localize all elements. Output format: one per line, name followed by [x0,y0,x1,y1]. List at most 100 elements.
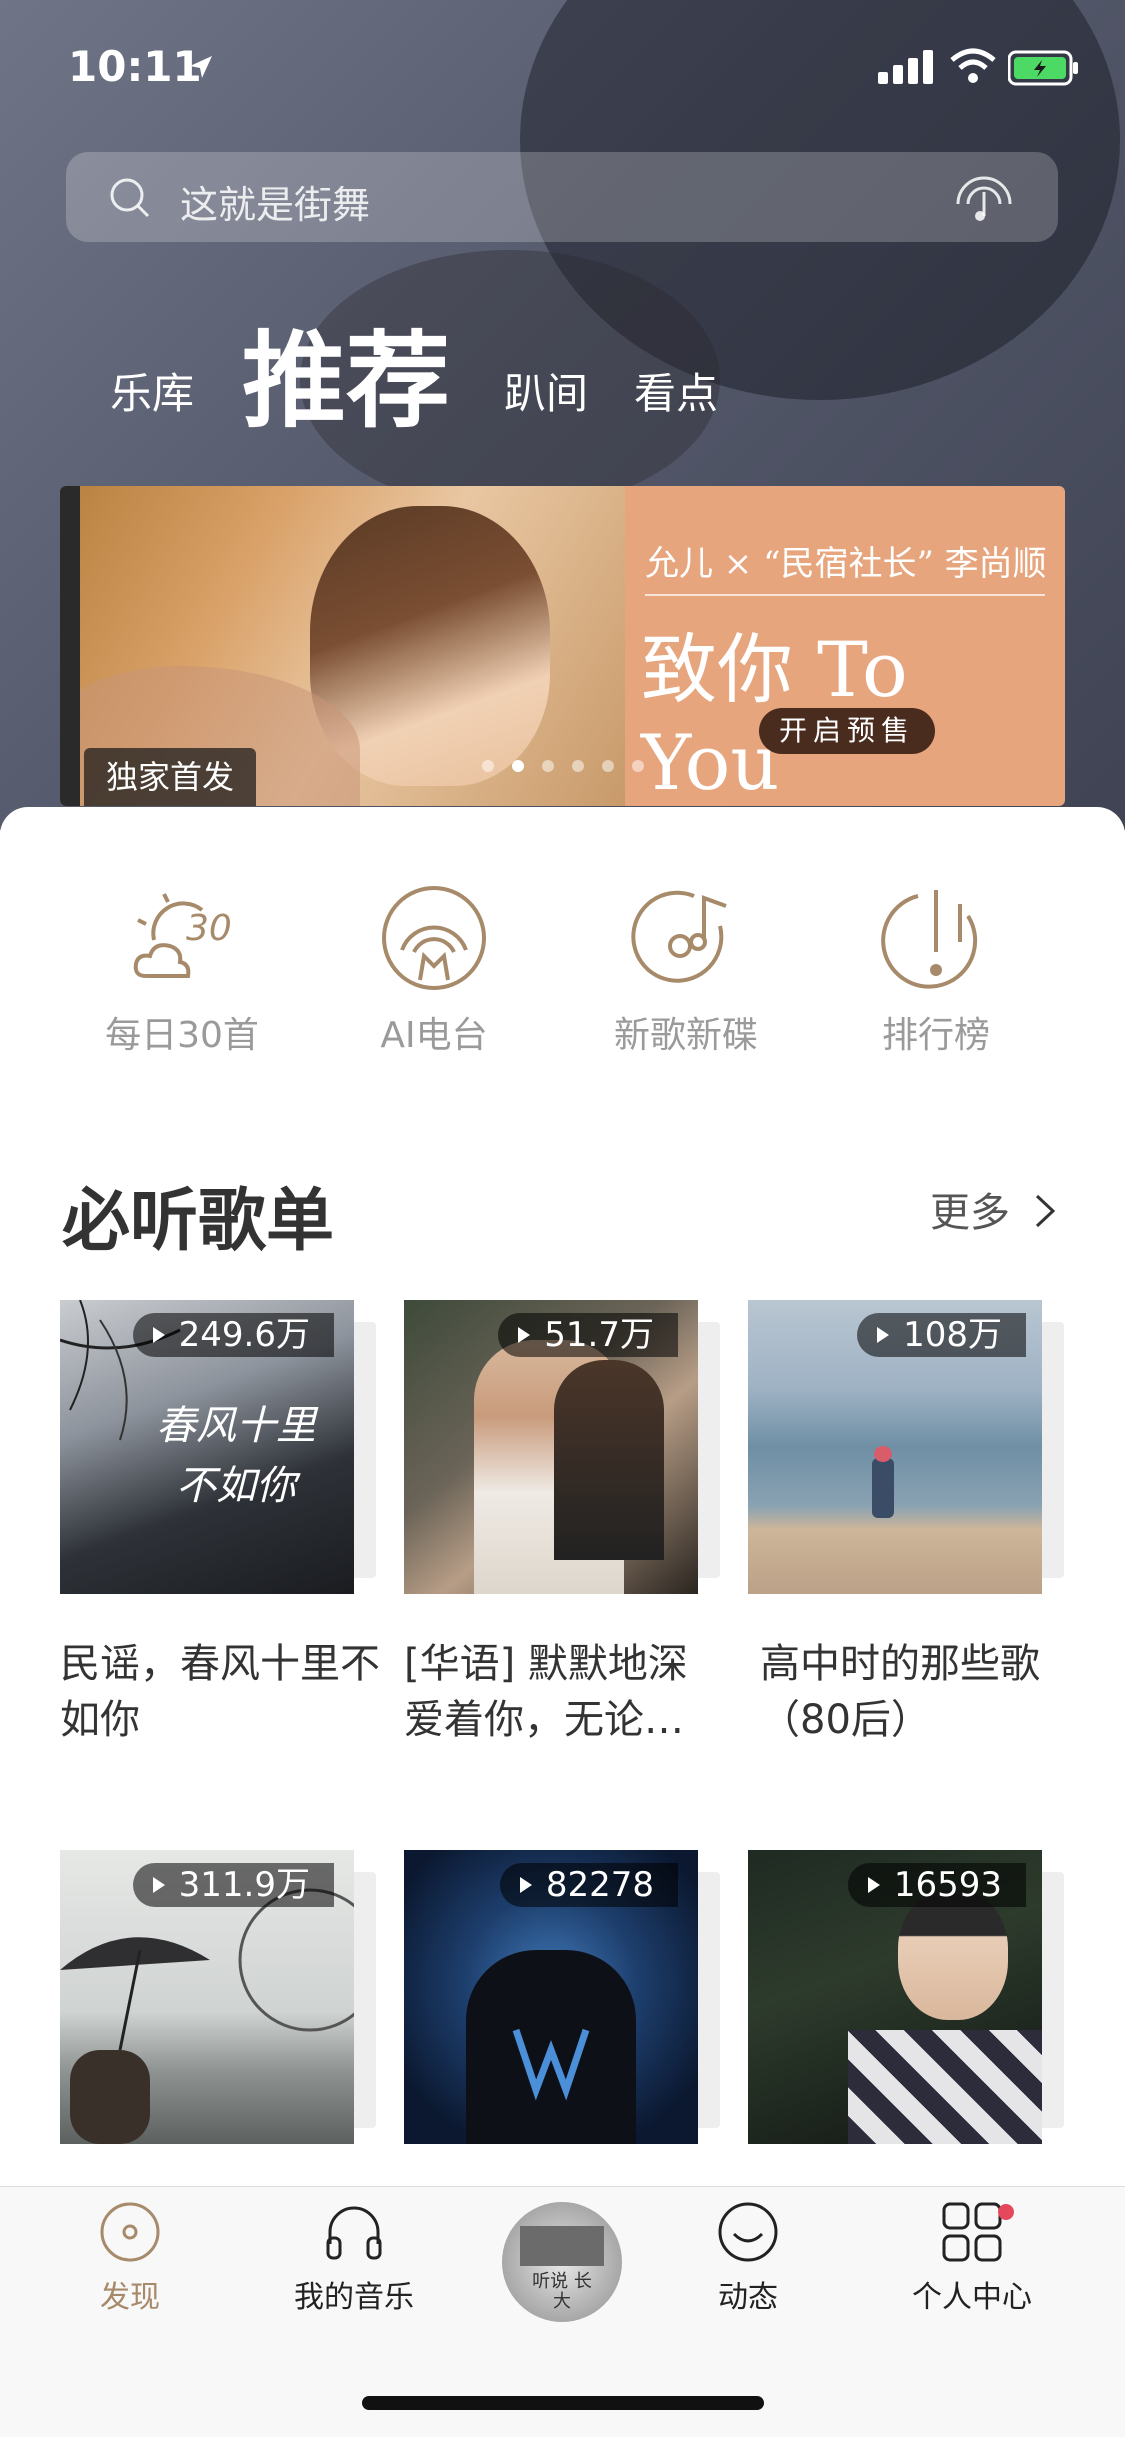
banner-title: 致你 To You [641,625,908,806]
cover-figure [872,1458,894,1518]
tab-library[interactable]: 乐库 [110,360,194,421]
quick-action-ai-radio[interactable]: AI电台 [324,880,544,1058]
playlist-card[interactable]: 311.9万 [60,1850,376,2144]
status-time: 10:11 [68,42,202,91]
page-dot [632,760,644,772]
home-indicator [362,2396,764,2410]
tab-recommend[interactable]: 推荐 [242,296,450,447]
playlist-card[interactable]: 16593 [748,1850,1064,2144]
play-icon [152,1877,165,1893]
page-dot-active [512,760,524,772]
more-link[interactable]: 更多 [930,1180,1055,1238]
page-dot [542,760,554,772]
presale-button[interactable]: 开启预售 [759,708,935,754]
cover-figure-head [874,1446,892,1462]
play-count: 108万 [857,1313,1026,1357]
tab-feed[interactable]: 动态 [648,2200,848,2316]
playlist-title: 民谣，春风十里不如你 [60,1641,380,1743]
cellular-signal-icon [878,50,936,88]
playlist-card[interactable]: 82278 [404,1850,720,2144]
section-title: 必听歌单 [62,1182,335,1261]
chevron-right-icon [1033,1194,1057,1240]
radio-icon [382,886,486,990]
play-count: 16593 [847,1863,1026,1907]
cover-couple-hair [554,1360,664,1560]
smile-icon [718,2202,778,2262]
tab-my-music[interactable]: 我的音乐 [254,2200,454,2316]
more-label: 更多 [930,1190,1010,1236]
banner-divider [645,594,1045,596]
banner-text-panel: 允儿 × “民宿社长” 李尚顺 致你 To You 开启预售 [625,486,1065,806]
banner-subtitle: 允儿 × “民宿社长” 李尚顺 [645,544,1047,584]
playlist-card[interactable]: 51.7万 [华语] 默默地深爱着你，无论… [404,1300,720,1743]
location-arrow-icon [186,52,216,86]
play-count: 249.6万 [132,1313,334,1357]
playlist-cover: 16593 [748,1850,1042,2144]
play-count-text: 249.6万 [178,1315,310,1355]
tab-label: 发现 [100,2280,160,2315]
search-bar[interactable]: 这就是街舞 [66,152,1058,242]
discover-icon [100,2202,160,2262]
playlist-cover: 春风十里 不如你 249.6万 [60,1300,354,1594]
banner-edge [60,486,80,806]
play-count-text: 311.9万 [178,1865,310,1905]
quick-action-label: 排行榜 [881,1015,990,1056]
page-dot [482,760,494,772]
search-placeholder: 这就是街舞 [180,183,371,227]
tab-discover[interactable]: 发现 [30,2200,230,2316]
tab-party[interactable]: 趴间 [504,360,588,421]
tab-watch[interactable]: 看点 [634,360,718,421]
quick-action-label: 新歌新碟 [613,1015,758,1056]
search-icon [108,176,152,224]
ranking-icon [881,890,978,989]
play-count-text: 51.7万 [544,1315,654,1355]
tab-label: 个人中心 [912,2280,1032,2315]
playlist-cover: 108万 [748,1300,1042,1594]
play-icon [877,1327,890,1343]
album-art [520,2226,604,2266]
tab-profile[interactable]: 个人中心 [872,2200,1072,2316]
quick-action-label: AI电台 [380,1015,488,1056]
play-count-text: 108万 [903,1315,1002,1355]
playlist-card[interactable]: 108万 高中时的那些歌（80后） [748,1300,1064,1743]
playlist-cover: 311.9万 [60,1850,354,2144]
tab-label: 我的音乐 [294,2280,414,2315]
tab-label: 动态 [718,2280,778,2315]
grid-icon [942,2202,1002,2262]
playlist-cover: 82278 [404,1850,698,2144]
play-count: 51.7万 [498,1313,678,1357]
page-dot [602,760,614,772]
play-icon [518,1327,531,1343]
play-icon [152,1327,165,1343]
page-dot [572,760,584,772]
cover-shirt [848,2030,1042,2144]
now-playing-disc[interactable]: 听说 长大 [502,2202,622,2322]
play-count: 82278 [499,1863,678,1907]
svg-text:30: 30 [186,908,232,949]
play-count-text: 82278 [545,1865,654,1905]
playlist-cover: 51.7万 [404,1300,698,1594]
music-recognition-icon[interactable] [950,164,1018,236]
daily-sun-icon: 30 [133,893,232,978]
play-icon [867,1877,880,1893]
quick-action-daily[interactable]: 30 每日30首 [72,880,292,1058]
wifi-icon [950,48,996,88]
cover-portrait [898,1890,1008,2020]
play-icon [519,1877,532,1893]
quick-action-label: 每日30首 [105,1015,259,1056]
quick-action-new-releases[interactable]: 新歌新碟 [576,880,796,1058]
exclusive-badge: 独家首发 [84,748,257,806]
play-count: 311.9万 [132,1863,334,1907]
disc-note-icon [631,890,727,983]
playlist-title: 高中时的那些歌（80后） [760,1641,1040,1743]
playlist-title: [华语] 默默地深爱着你，无论… [404,1641,688,1743]
cover-calligraphy: 春风十里 不如你 [156,1403,316,1509]
headphones-icon [326,2206,382,2260]
status-bar: 10:11 [0,0,1125,140]
promo-banner[interactable]: 允儿 × “民宿社长” 李尚顺 致你 To You 开启预售 独家首发 [60,486,1065,806]
battery-icon [1007,50,1080,90]
play-count-text: 16593 [893,1865,1002,1905]
album-art-text: 听说 长大 [532,2271,592,2312]
quick-action-charts[interactable]: 排行榜 [826,880,1046,1058]
playlist-card[interactable]: 春风十里 不如你 249.6万 民谣，春风十里不如你 [60,1300,380,1743]
